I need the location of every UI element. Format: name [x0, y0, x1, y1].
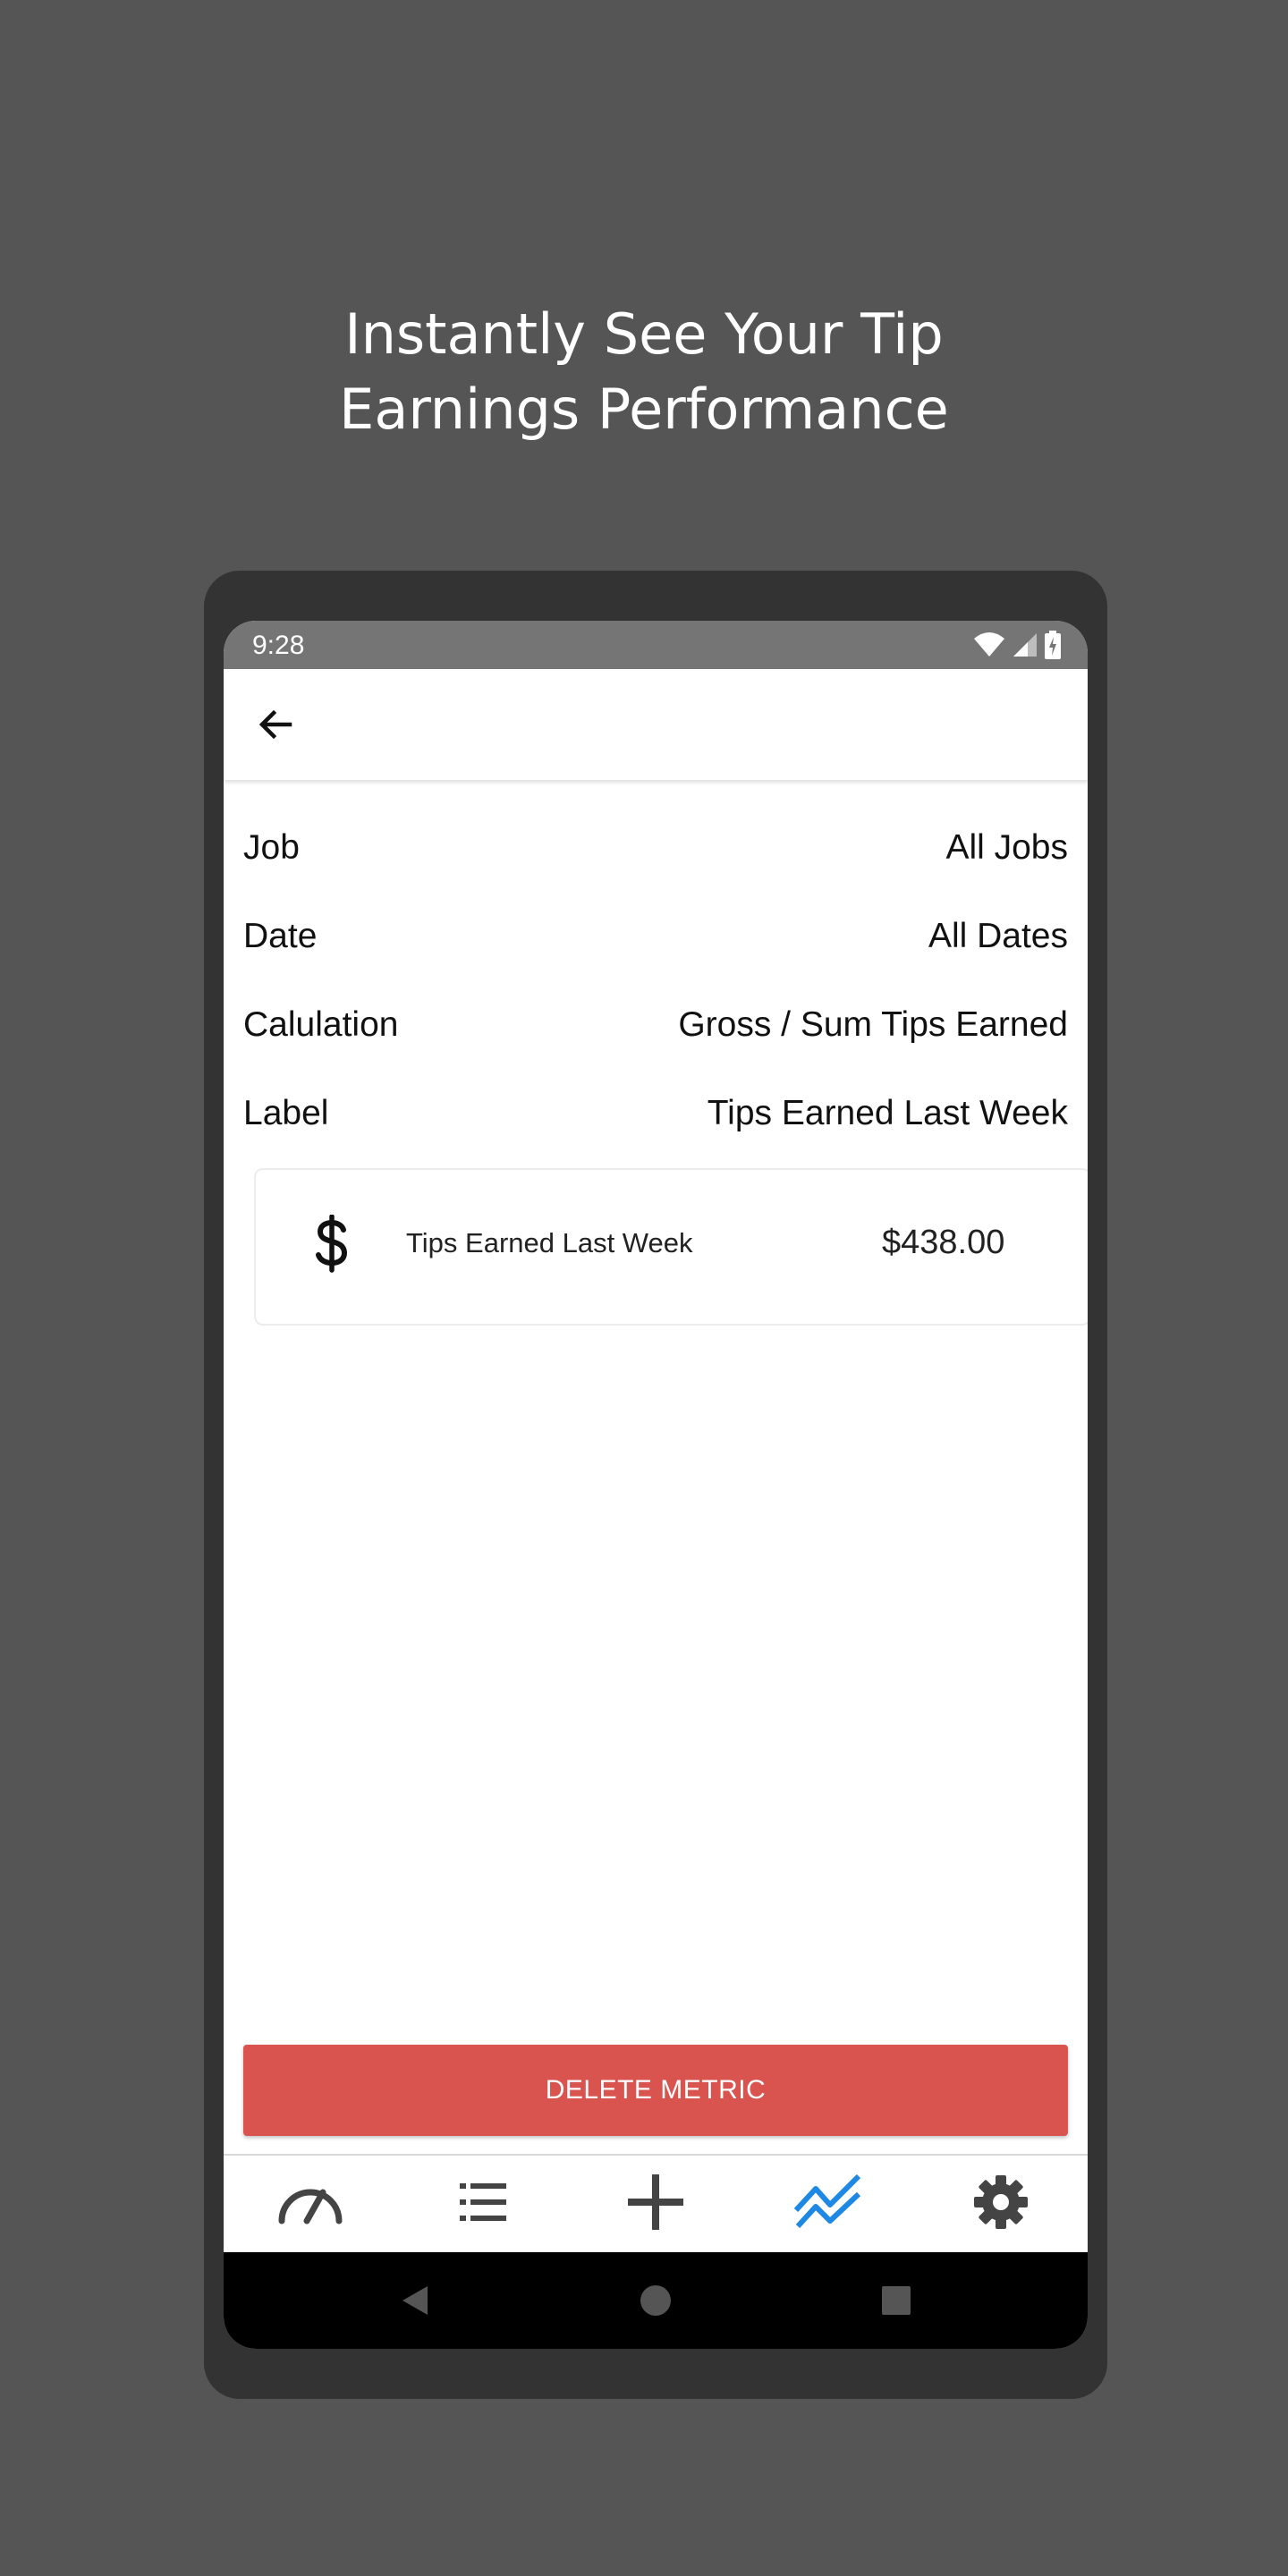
setting-value: Tips Earned Last Week [707, 1094, 1068, 1132]
setting-value: Gross / Sum Tips Earned [678, 1005, 1068, 1044]
nav-item-add[interactable] [569, 2156, 741, 2249]
setting-row-job[interactable]: Job All Jobs [243, 821, 1068, 875]
delete-metric-button[interactable]: DELETE METRIC [243, 2045, 1068, 2136]
setting-label: Label [243, 1094, 329, 1132]
nav-item-list[interactable] [396, 2156, 569, 2249]
home-circle-icon[interactable] [634, 2279, 677, 2322]
setting-label: Date [243, 917, 318, 955]
setting-row-date[interactable]: Date All Dates [243, 910, 1068, 963]
setting-value: All Dates [928, 917, 1068, 955]
arrow-left-icon[interactable] [254, 703, 297, 746]
speedometer-icon [278, 2189, 343, 2224]
cell-signal-icon [1013, 633, 1037, 657]
dollar-icon [316, 1215, 348, 1273]
plus-icon [628, 2174, 683, 2230]
headline: Instantly See Your Tip Earnings Performa… [0, 297, 1288, 447]
gear-icon [974, 2175, 1029, 2229]
chart-line-icon [794, 2174, 861, 2229]
list-icon [459, 2183, 506, 2221]
wifi-icon [974, 632, 1004, 657]
nav-item-settings[interactable] [915, 2156, 1088, 2249]
metric-preview-card: Tips Earned Last Week $438.00 [254, 1168, 1088, 1326]
bottom-nav [224, 2156, 1088, 2249]
battery-charging-icon [1045, 631, 1061, 659]
phone-screen: 9:28 Job All Jobs Date All Dates Calulat… [224, 621, 1088, 2349]
status-bar: 9:28 [224, 621, 1088, 669]
headline-line-2: Earnings Performance [339, 377, 949, 442]
setting-row-calculation[interactable]: Calulation Gross / Sum Tips Earned [243, 998, 1068, 1052]
status-icons [973, 630, 1061, 660]
headline-line-1: Instantly See Your Tip [344, 301, 944, 367]
setting-value: All Jobs [945, 828, 1068, 867]
status-time: 9:28 [252, 631, 305, 660]
nav-item-metrics[interactable] [742, 2156, 915, 2249]
setting-row-label[interactable]: Label Tips Earned Last Week [243, 1087, 1068, 1140]
setting-label: Job [243, 828, 300, 867]
nav-item-dashboard[interactable] [224, 2156, 396, 2249]
back-triangle-icon[interactable] [394, 2279, 436, 2322]
setting-label: Calulation [243, 1005, 399, 1044]
metric-value: $438.00 [882, 1224, 1005, 1261]
system-nav-bar [224, 2252, 1088, 2349]
app-bar [224, 669, 1088, 780]
metric-label: Tips Earned Last Week [406, 1227, 693, 1258]
recents-square-icon[interactable] [875, 2279, 918, 2322]
